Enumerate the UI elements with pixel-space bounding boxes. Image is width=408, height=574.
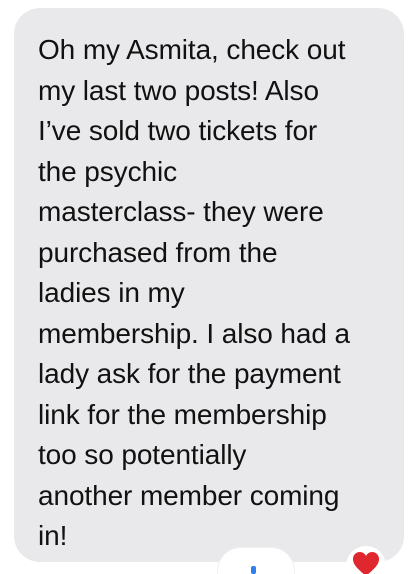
message-line: masterclass- they were [38,196,324,227]
message-line: lady ask for the payment [38,358,341,389]
heart-icon [353,552,379,574]
message-bubble[interactable]: Oh my Asmita, check out my last two post… [14,8,404,562]
reaction-icon [251,566,256,574]
reaction-button[interactable] [218,548,294,574]
chat-screen: Oh my Asmita, check out my last two post… [0,0,408,574]
message-line: too so potentially [38,439,247,470]
message-line: my last two posts! Also [38,74,319,106]
message-line: in! [38,520,68,551]
message-line: link for the membership [38,398,327,430]
message-line: I’ve sold two tickets for [38,115,318,146]
message-line: purchased from the [38,236,278,268]
message-line: Oh my Asmita, check out [38,34,346,65]
message-line: another member coming [38,479,340,511]
message-line: the psychic [38,155,177,187]
message-line: ladies in my [38,277,185,308]
message-line: membership. I also had a [38,317,350,349]
